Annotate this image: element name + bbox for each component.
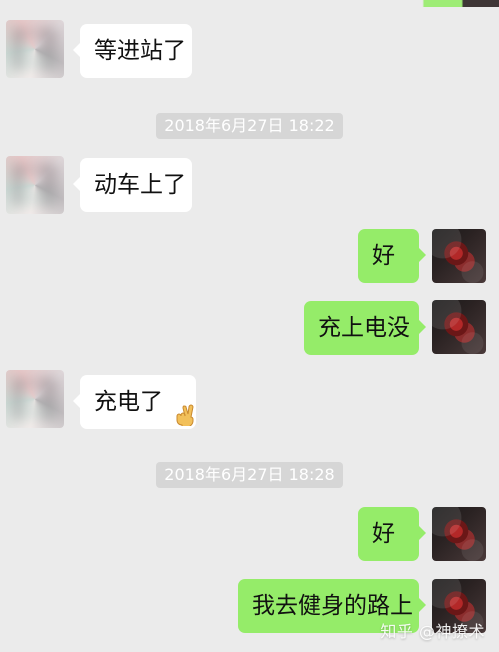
message-text: 好 (372, 243, 395, 269)
watermark: 知乎 @神撩术 (380, 622, 485, 641)
incoming-message-bubble[interactable]: 充电了 (73, 375, 196, 429)
outgoing-message-bubble[interactable]: 好 (358, 229, 426, 283)
timestamp-text: 2018年6月27日 18:28 (156, 462, 343, 488)
message-text: 等进站了 (94, 38, 186, 64)
contact-avatar[interactable] (6, 156, 64, 214)
top-previous-message-strip (329, 0, 499, 7)
message-text: 动车上了 (94, 172, 186, 198)
self-avatar[interactable] (432, 300, 486, 354)
message-text: 充上电没 (318, 315, 410, 341)
outgoing-message-bubble[interactable]: 充上电没 (304, 301, 426, 355)
message-text: 充电了 (94, 389, 163, 415)
incoming-message-bubble[interactable]: 动车上了 (73, 158, 192, 212)
message-text: 我去健身的路上 (252, 593, 413, 619)
contact-avatar[interactable] (6, 370, 64, 428)
victory-hand-icon (174, 392, 196, 427)
contact-avatar[interactable] (6, 20, 64, 78)
self-avatar[interactable] (432, 507, 486, 561)
message-text: 好 (372, 521, 395, 547)
incoming-message-bubble[interactable]: 等进站了 (73, 24, 192, 78)
timestamp-text: 2018年6月27日 18:22 (156, 113, 343, 139)
message-timestamp: 2018年6月27日 18:28 (0, 462, 499, 488)
outgoing-message-bubble[interactable]: 好 (358, 507, 426, 561)
self-avatar[interactable] (432, 229, 486, 283)
message-timestamp: 2018年6月27日 18:22 (0, 113, 499, 139)
